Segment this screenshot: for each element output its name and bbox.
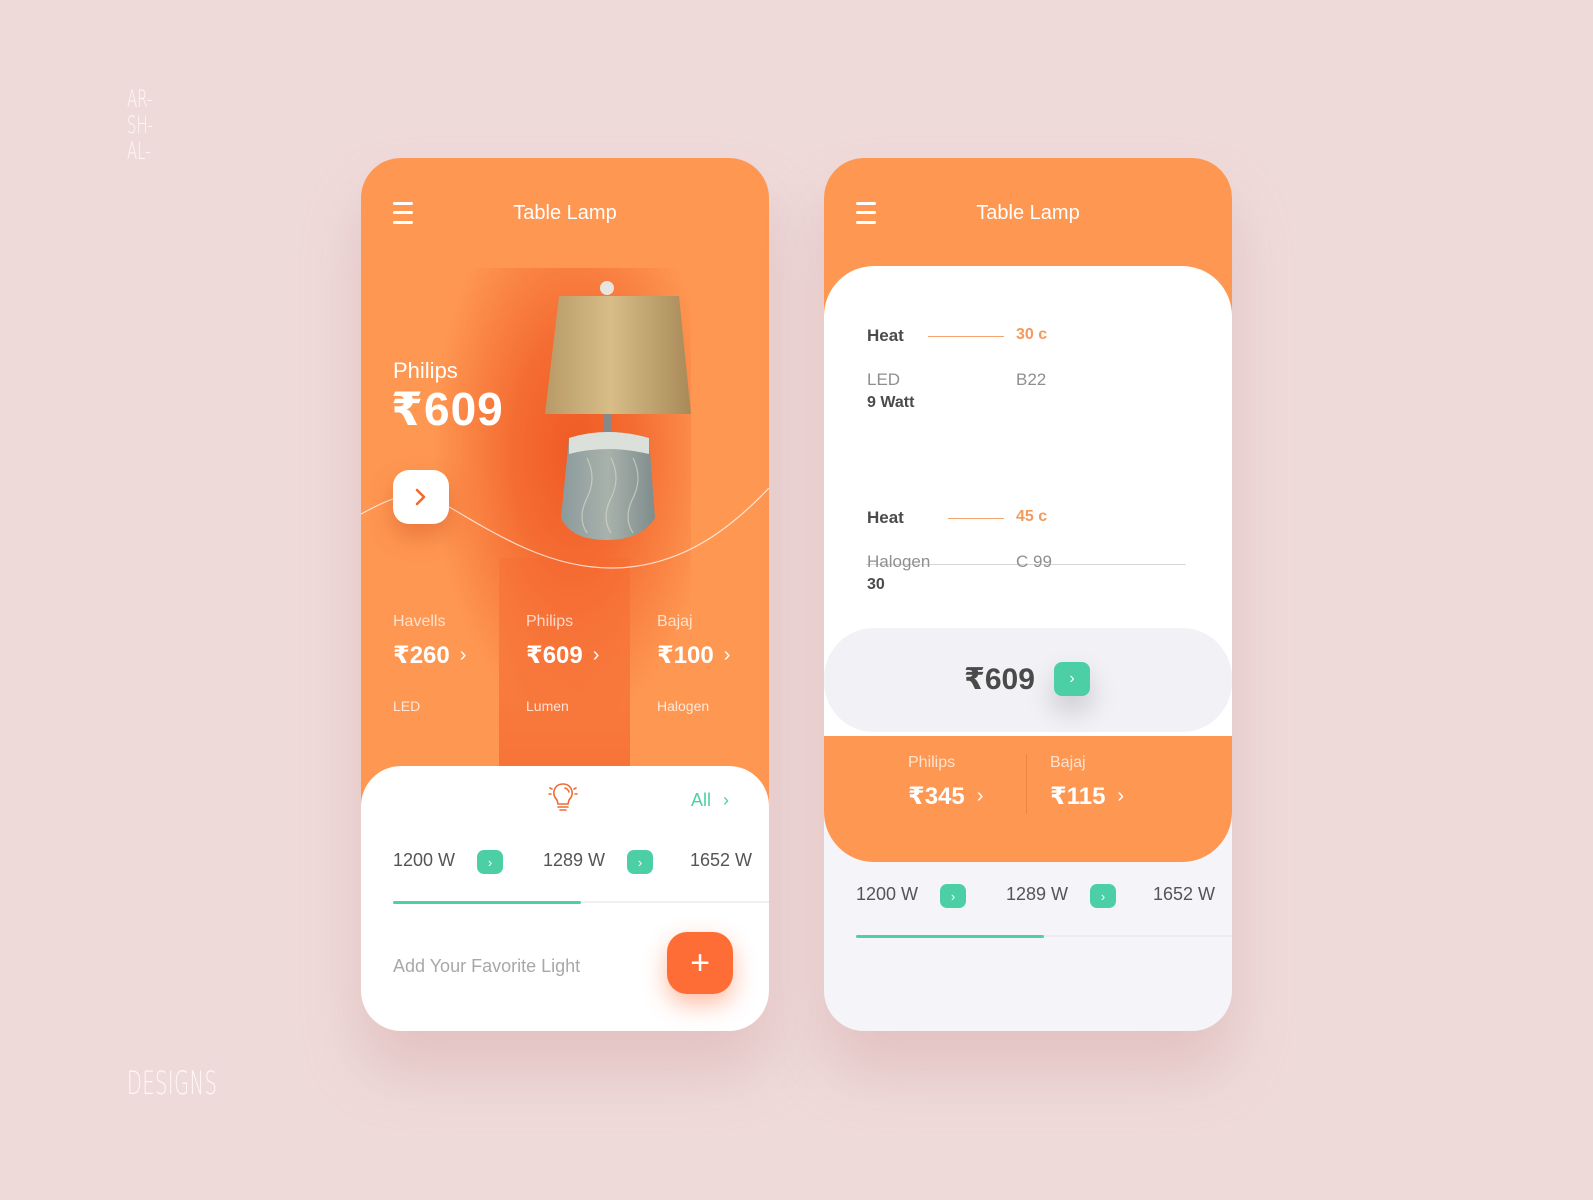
brand-price[interactable]: ₹609 ›: [526, 641, 656, 670]
brand-type: Lumen: [526, 698, 569, 714]
total-price: ₹609: [964, 663, 1035, 696]
product-detail-card: Table Lamp Heat 30 c LED B22 9 Watt Heat…: [824, 158, 1232, 1031]
next-watt-button[interactable]: ›: [627, 850, 653, 874]
brand-price[interactable]: ₹115 ›: [1050, 782, 1124, 811]
price-value: ₹260: [393, 642, 450, 669]
wattage-scroll-track[interactable]: [856, 935, 1232, 938]
bulb-power: 9 Watt: [867, 394, 915, 411]
watt-option[interactable]: 1652 W: [1153, 884, 1215, 905]
brand-item-philips[interactable]: Philips ₹345 ›: [908, 754, 983, 811]
watt-option[interactable]: 1652 W: [690, 850, 752, 871]
next-watt-button[interactable]: ›: [477, 850, 503, 874]
light-bulb-icon: [548, 783, 578, 811]
brand-list: Havells ₹260 › LED Philips ₹609 › Lumen Ba…: [361, 613, 769, 753]
price-value: ₹100: [657, 642, 714, 669]
brand-name: Havells: [393, 613, 446, 630]
chevron-right-icon: [415, 488, 426, 506]
wattage-list: 1200 W › 1289 W › 1652 W: [856, 876, 1232, 916]
price-value: ₹609: [526, 642, 583, 669]
bulb-power: 30: [867, 576, 885, 593]
heat-label: Heat: [867, 326, 904, 345]
heat-connector: [948, 518, 1004, 519]
add-favorite-button[interactable]: +: [667, 932, 733, 994]
brand-price[interactable]: ₹260 ›: [393, 641, 523, 670]
hero-brand-name: Philips: [393, 358, 458, 383]
brand-item-bajaj[interactable]: Bajaj ₹100 › Halogen: [657, 613, 769, 714]
heat-value: 45 c: [1016, 508, 1048, 525]
chevron-right-icon: ›: [637, 854, 643, 870]
price-pill: ₹609 ›: [824, 628, 1232, 732]
buy-button[interactable]: ›: [1054, 662, 1090, 696]
next-watt-button[interactable]: ›: [1090, 884, 1116, 908]
brand-price[interactable]: ₹100 ›: [657, 641, 769, 670]
brand-line: AL-: [127, 137, 151, 165]
chevron-right-icon: ›: [1069, 670, 1075, 687]
base-code: B22: [1016, 370, 1047, 389]
bulb-type: LED: [867, 370, 901, 389]
price-value: ₹115: [1050, 783, 1106, 810]
price-value: ₹345: [908, 783, 965, 810]
brand-type: LED: [393, 698, 421, 714]
page-title: Table Lamp: [513, 202, 617, 224]
brand-name: Bajaj: [657, 613, 693, 630]
chevron-right-icon: ›: [487, 854, 493, 870]
hero-next-button[interactable]: [393, 470, 449, 524]
heat-label: Heat: [867, 508, 904, 527]
chevron-right-icon: ›: [1117, 785, 1125, 807]
chevron-right-icon: ›: [976, 785, 984, 807]
chevron-right-icon: ›: [723, 790, 730, 810]
add-favorite-label: Add Your Favorite Light: [393, 956, 581, 976]
brand-line: SH-: [127, 111, 154, 139]
watt-option[interactable]: 1200 W: [393, 850, 455, 871]
brand-type: Halogen: [657, 698, 710, 714]
chevron-right-icon: ›: [723, 644, 731, 666]
wattage-scroll-progress: [393, 901, 581, 904]
heat-value: 30 c: [1016, 326, 1048, 343]
brand-name: Philips: [908, 754, 956, 771]
brand-name: Philips: [526, 613, 574, 630]
all-label: All: [691, 790, 712, 810]
brand-item-bajaj[interactable]: Bajaj ₹115 ›: [1050, 754, 1124, 811]
watt-option[interactable]: 1289 W: [543, 850, 605, 871]
watt-option[interactable]: 1200 W: [856, 884, 918, 905]
watt-option[interactable]: 1289 W: [1006, 884, 1068, 905]
page-title: Table Lamp: [976, 202, 1080, 224]
bulb-type: Halogen: [867, 552, 931, 571]
chevron-right-icon: ›: [950, 888, 956, 904]
brand-name: Bajaj: [1050, 754, 1086, 771]
product-card: Table Lamp Philips ₹609 Havells ₹260 › L…: [361, 158, 769, 1031]
hero-price: ₹609: [391, 383, 504, 435]
top-bar: Table Lamp: [361, 158, 769, 268]
chevron-right-icon: ›: [592, 644, 600, 666]
wattage-list: 1200 W › 1289 W › 1652 W: [393, 842, 769, 882]
wattage-scroll-track[interactable]: [393, 901, 769, 904]
brand-logo: AR- SH- AL-: [127, 86, 153, 164]
wattage-scroll-progress: [856, 935, 1044, 938]
view-all-link[interactable]: All ›: [691, 790, 729, 811]
table-lamp-image: [545, 281, 691, 540]
next-watt-button[interactable]: ›: [940, 884, 966, 908]
chevron-right-icon: ›: [1100, 888, 1106, 904]
brand-item-philips[interactable]: Philips ₹609 › Lumen: [526, 613, 656, 714]
top-bar: Table Lamp: [824, 158, 1232, 268]
wattage-panel: All › 1200 W › 1289 W › 1652 W Add Your F…: [361, 766, 769, 1031]
chevron-right-icon: ›: [459, 644, 467, 666]
plus-icon: +: [690, 943, 710, 982]
brand-line: AR-: [127, 85, 153, 113]
brand-item-havells[interactable]: Havells ₹260 › LED: [393, 613, 523, 714]
brand-price[interactable]: ₹345 ›: [908, 782, 983, 811]
brand-separator: [1026, 754, 1027, 814]
base-code: C 99: [1016, 552, 1052, 571]
brand-footer: DESIGNS: [127, 1064, 218, 1102]
heat-connector: [928, 336, 1004, 337]
